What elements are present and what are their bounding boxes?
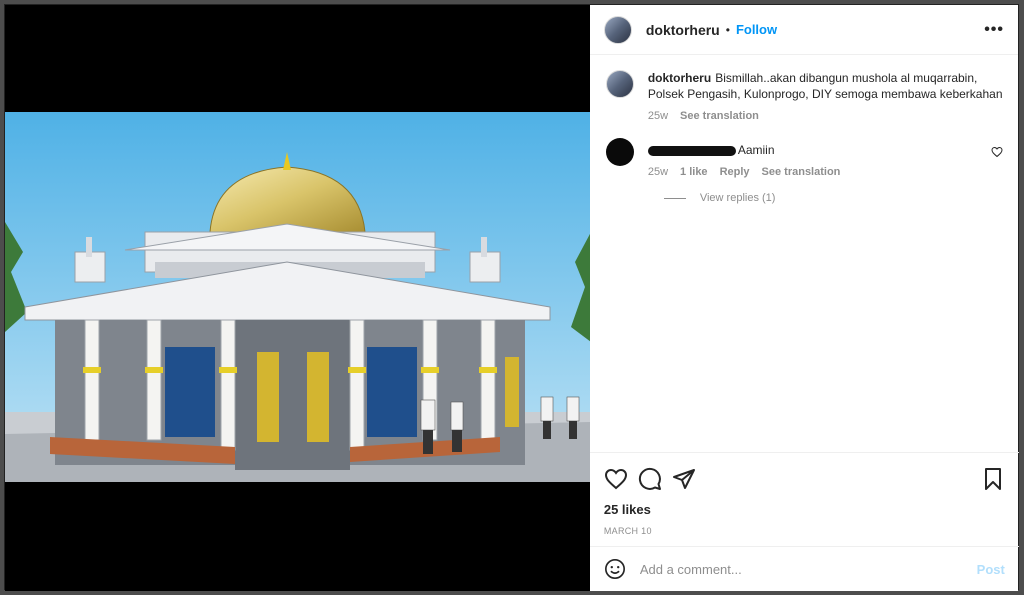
post-side-panel: doktorheru • Follow ••• doktorheru Bismil… <box>589 5 1019 591</box>
see-translation-button[interactable]: See translation <box>680 108 759 124</box>
post-date[interactable]: MARCH 10 <box>604 526 1005 536</box>
caption-time[interactable]: 25w <box>648 108 668 124</box>
like-comment-heart-icon[interactable] <box>991 146 1003 158</box>
separator-dot: • <box>725 22 730 37</box>
view-replies-label: View replies (1) <box>699 192 776 204</box>
post-username[interactable]: doktorheru <box>646 22 720 38</box>
share-icon[interactable] <box>672 467 696 491</box>
post-modal: doktorheru • Follow ••• doktorheru Bismil… <box>4 4 1019 591</box>
heart-icon[interactable] <box>604 467 628 491</box>
follow-button[interactable]: Follow <box>736 22 777 37</box>
comment-time[interactable]: 25w <box>648 164 668 180</box>
post-button[interactable]: Post <box>977 562 1005 577</box>
caption: doktorheru Bismillah..akan dibangun musho… <box>605 70 1003 124</box>
comments-section[interactable]: doktorheru Bismillah..akan dibangun musho… <box>590 56 1019 452</box>
avatar[interactable] <box>605 70 634 98</box>
comment-icon[interactable] <box>638 467 662 491</box>
more-options-icon[interactable]: ••• <box>984 21 1004 39</box>
add-comment-bar: Post <box>589 546 1019 591</box>
redacted-username <box>647 145 736 156</box>
reply-button[interactable]: Reply <box>720 164 750 180</box>
replies-line <box>663 197 686 199</box>
bookmark-icon[interactable] <box>981 467 1005 491</box>
comment-text: Aamiin <box>737 143 775 157</box>
post-header: doktorheru • Follow ••• <box>589 5 1018 55</box>
comment-input[interactable] <box>639 561 977 577</box>
likes-count[interactable]: 25 likes <box>604 502 1005 517</box>
view-replies-button[interactable]: View replies (1) <box>663 192 1003 204</box>
comment-likes[interactable]: 1 like <box>680 164 708 180</box>
post-actions: 25 likes MARCH 10 <box>589 452 1019 536</box>
caption-username[interactable]: doktorheru <box>648 71 711 85</box>
redacted-avatar[interactable] <box>605 138 634 166</box>
post-image[interactable] <box>5 5 590 591</box>
emoji-icon[interactable] <box>604 558 626 580</box>
avatar[interactable] <box>603 15 632 44</box>
comment-item: Aamiin 25w 1 like Reply See translation <box>605 138 1003 180</box>
mosque-rendering <box>5 112 590 482</box>
see-translation-button[interactable]: See translation <box>762 164 841 180</box>
